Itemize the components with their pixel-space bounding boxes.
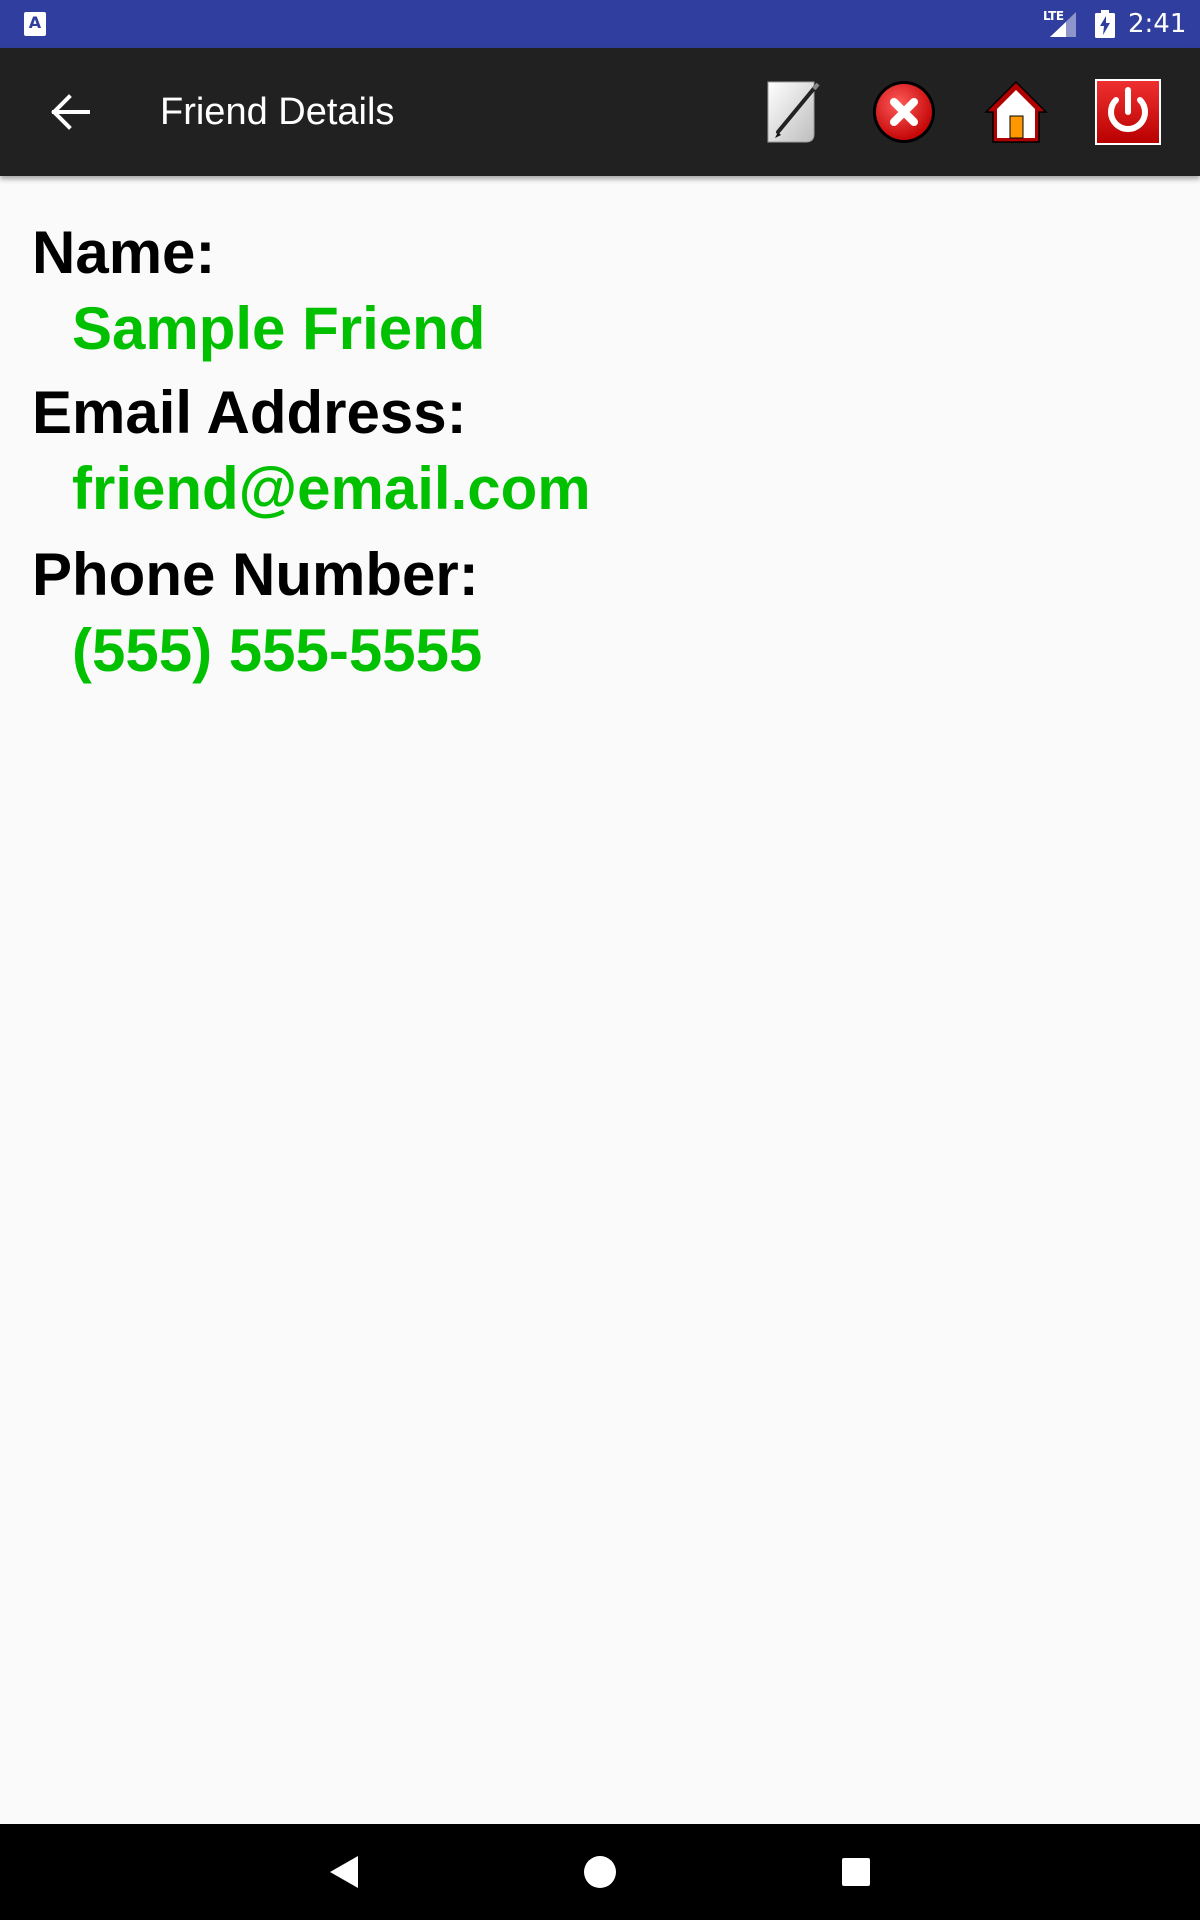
nav-recents-button[interactable] xyxy=(826,1842,886,1902)
phone-value: (555) 555-5555 xyxy=(72,617,483,684)
home-circle-icon xyxy=(584,1856,616,1888)
app-notification-icon: A xyxy=(24,12,46,36)
power-icon xyxy=(1095,79,1161,145)
system-nav-bar xyxy=(0,1824,1200,1920)
power-button[interactable] xyxy=(1094,78,1162,146)
navigate-up-button[interactable] xyxy=(36,76,108,148)
edit-pencil-icon xyxy=(767,81,820,143)
edit-button[interactable] xyxy=(758,78,826,146)
home-icon xyxy=(984,80,1048,143)
signal-icon xyxy=(1050,12,1076,37)
back-triangle-icon xyxy=(330,1856,358,1888)
name-label: Name: xyxy=(32,219,216,286)
delete-x-icon xyxy=(873,81,935,143)
email-value: friend@email.com xyxy=(72,455,591,522)
arrow-back-icon xyxy=(51,94,90,130)
battery-charging-icon xyxy=(1095,10,1115,38)
clock: 2:41 xyxy=(1128,9,1187,39)
name-value: Sample Friend xyxy=(72,295,486,362)
recents-square-icon xyxy=(842,1858,870,1886)
nav-home-button[interactable] xyxy=(570,1842,630,1902)
status-bar: A LTE 2:41 xyxy=(0,0,1200,48)
email-label: Email Address: xyxy=(32,379,467,446)
app-toolbar: Friend Details xyxy=(0,48,1200,176)
home-button[interactable] xyxy=(982,78,1050,146)
delete-button[interactable] xyxy=(870,78,938,146)
nav-back-button[interactable] xyxy=(314,1842,374,1902)
toolbar-title: Friend Details xyxy=(160,91,395,133)
phone-label: Phone Number: xyxy=(32,541,479,608)
